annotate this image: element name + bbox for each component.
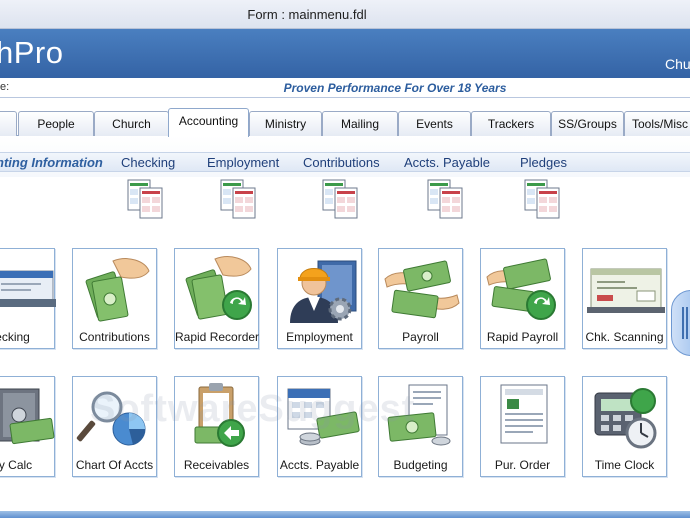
tile-label: Budgeting — [393, 458, 448, 472]
side-panel-handle[interactable] — [671, 290, 690, 356]
tile-label: Contributions — [79, 330, 150, 344]
tile-label: ecking — [0, 330, 30, 344]
tile-accts-payable[interactable]: Accts. Payable — [277, 376, 362, 477]
tab-mailing[interactable]: Mailing — [322, 111, 398, 136]
checkbook-icon — [0, 270, 56, 307]
tile-label: Receivables — [183, 458, 250, 472]
tile-pur-order[interactable]: Pur. Order — [480, 376, 565, 477]
tile-check-scanning[interactable]: Chk. Scanning — [582, 248, 667, 349]
purchase-order-icon — [500, 384, 548, 444]
money-hand-icon — [85, 258, 150, 322]
clipboard-arrow-icon — [194, 383, 245, 447]
money-exchange-icon — [384, 260, 460, 319]
tile-chart-of-accts[interactable]: Chart Of Accts — [72, 376, 157, 477]
tile-label: Pur. Order — [494, 458, 551, 472]
money-exchange-refresh-icon — [486, 258, 556, 320]
tile-easy-calc[interactable]: sy Calc — [0, 376, 55, 477]
section-link-employment[interactable]: Employment — [207, 155, 279, 170]
form-list-icon[interactable] — [523, 178, 561, 220]
form-list-icon[interactable] — [126, 178, 164, 220]
tab-church[interactable]: Church — [94, 111, 169, 136]
tab-partial[interactable] — [0, 111, 17, 136]
section-header: nting Information Checking Employment Co… — [0, 136, 690, 177]
banner-right-text: Chu — [665, 56, 690, 72]
check-scanner-icon — [587, 268, 665, 313]
tile-budgeting[interactable]: Budgeting — [378, 376, 463, 477]
magnifier-pie-icon — [76, 391, 146, 446]
tile-contributions[interactable]: Contributions — [72, 248, 157, 349]
tile-label: Chk. Scanning — [585, 330, 664, 344]
window-titlebar: Form : mainmenu.fdl — [0, 0, 690, 29]
tile-rapid-recorder[interactable]: Rapid Recorder — [174, 248, 259, 349]
main-menu-window: Form : mainmenu.fdl hPro Chu e: Proven P… — [0, 0, 690, 518]
time-clock-icon — [594, 388, 657, 449]
tab-ministry[interactable]: Ministry — [249, 111, 322, 136]
slogan-bar: e: Proven Performance For Over 18 Years — [0, 78, 690, 98]
main-tab-strip: People Church Accounting Ministry Mailin… — [0, 98, 690, 137]
tile-rapid-payroll[interactable]: Rapid Payroll — [480, 248, 565, 349]
tile-label: Accts. Payable — [279, 458, 360, 472]
document-money-icon — [387, 384, 451, 446]
tile-label: Rapid Recorder — [175, 330, 260, 344]
tile-label: Payroll — [402, 330, 439, 344]
tile-label: Rapid Payroll — [486, 330, 559, 344]
slogan-text: Proven Performance For Over 18 Years — [283, 81, 507, 95]
tile-checking[interactable]: ecking — [0, 248, 56, 349]
tab-trackers[interactable]: Trackers — [471, 111, 551, 136]
section-link-contributions[interactable]: Contributions — [303, 155, 380, 170]
form-list-icon[interactable] — [426, 178, 464, 220]
money-hand-refresh-icon — [185, 256, 252, 320]
form-list-icon[interactable] — [321, 178, 359, 220]
section-link-pledges[interactable]: Pledges — [520, 155, 567, 170]
window-title: Form : mainmenu.fdl — [247, 7, 367, 22]
section-title: nting Information — [0, 155, 103, 170]
tile-time-clock[interactable]: Time Clock — [582, 376, 667, 477]
tab-events[interactable]: Events — [398, 111, 471, 136]
grip-icon — [682, 307, 688, 339]
tile-label: sy Calc — [0, 458, 33, 472]
app-banner: hPro Chu — [0, 29, 690, 78]
tile-receivables[interactable]: Receivables — [174, 376, 259, 477]
safe-money-icon — [0, 388, 55, 445]
calendar-money-icon — [287, 388, 360, 446]
section-link-accts-payable[interactable]: Accts. Payable — [404, 155, 490, 170]
tile-label: Employment — [286, 330, 353, 344]
tile-label: Time Clock — [594, 458, 655, 472]
worker-gear-icon — [290, 260, 357, 323]
tab-people[interactable]: People — [18, 111, 94, 136]
tab-accounting[interactable]: Accounting — [168, 108, 249, 137]
tab-ss-groups[interactable]: SS/Groups — [551, 111, 624, 136]
tab-tools-misc[interactable]: Tools/Misc — [624, 111, 690, 136]
form-list-icon[interactable] — [219, 178, 257, 220]
tile-label: Chart Of Accts — [75, 458, 154, 472]
bottom-status-bar — [0, 511, 690, 518]
tile-payroll[interactable]: Payroll — [378, 248, 463, 349]
section-link-checking[interactable]: Checking — [121, 155, 175, 170]
tile-employment[interactable]: Employment — [277, 248, 362, 349]
app-logo: hPro — [0, 35, 64, 70]
